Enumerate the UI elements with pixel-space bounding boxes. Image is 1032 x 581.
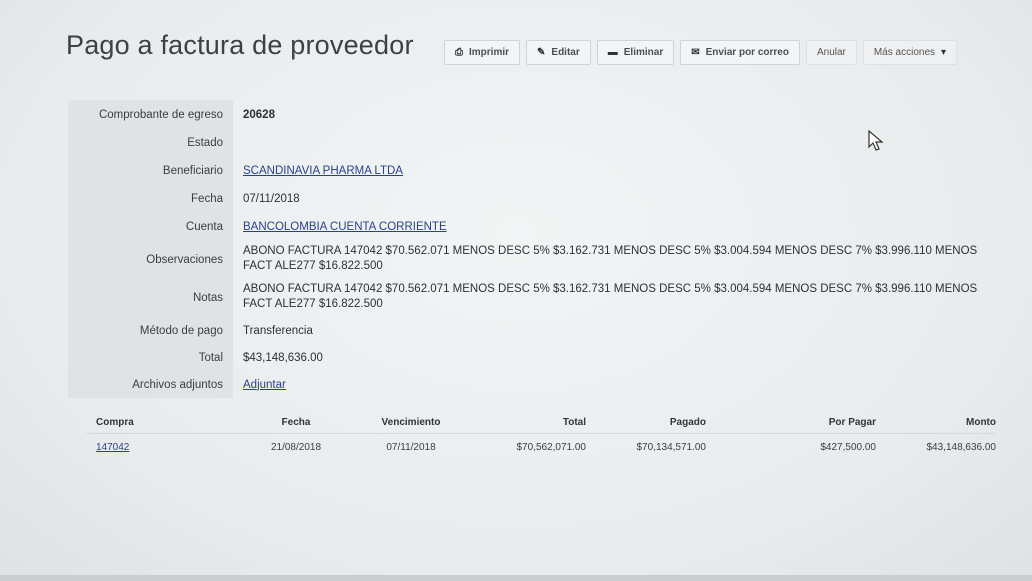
cell-total: $70,562,071.00 <box>516 441 586 453</box>
table-row: 147042 21/08/2018 07/11/2018 $70,562,071… <box>86 434 996 460</box>
row-beneficiary: Beneficiario SCANDINAVIA PHARMA LTDA <box>68 157 1008 185</box>
total-value: $43,148,636.00 <box>243 351 323 364</box>
voucher-value: 20628 <box>243 108 275 121</box>
toolbar: ⎙ Imprimir ✎ Editar ▬ Eliminar ✉ Enviar … <box>444 40 958 65</box>
beneficiary-link[interactable]: SCANDINAVIA PHARMA LTDA <box>233 157 403 185</box>
table-header: Compra Fecha Vencimiento Total Pagado Po… <box>86 412 996 434</box>
status-value <box>233 129 243 157</box>
header-due: Vencimiento <box>381 417 441 428</box>
notes-value: ABONO FACTURA 147042 $70.562.071 MENOS D… <box>243 283 978 310</box>
delete-button[interactable]: ▬ Eliminar <box>596 40 675 65</box>
cancel-label: Anular <box>816 47 846 58</box>
status-label: Estado <box>68 129 233 157</box>
total-label: Total <box>68 344 233 371</box>
purchase-link[interactable]: 147042 <box>86 442 236 453</box>
cell-paid: $70,134,571.00 <box>636 441 706 453</box>
bottom-bar <box>0 575 1032 581</box>
invoice-table: Compra Fecha Vencimiento Total Pagado Po… <box>86 412 996 460</box>
row-payment-method: Método de pago Transferencia <box>68 317 1008 344</box>
page-title: Pago a factura de proveedor <box>66 30 414 60</box>
row-account: Cuenta BANCOLOMBIA CUENTA CORRIENTE <box>68 213 1008 241</box>
email-button[interactable]: ✉ Enviar por correo <box>680 40 800 65</box>
row-voucher: Comprobante de egreso 20628 <box>68 100 1008 129</box>
attach-link[interactable]: Adjuntar <box>233 371 286 398</box>
edit-button[interactable]: ✎ Editar <box>526 40 591 65</box>
attachments-label: Archivos adjuntos <box>68 371 233 398</box>
header-paid: Pagado <box>669 417 706 428</box>
print-button[interactable]: ⎙ Imprimir <box>444 40 521 65</box>
header-purchase: Compra <box>96 417 134 428</box>
row-notes: Notas ABONO FACTURA 147042 $70.562.071 M… <box>68 279 1008 317</box>
delete-label: Eliminar <box>623 47 664 58</box>
date-label: Fecha <box>68 185 233 213</box>
account-label: Cuenta <box>68 213 233 241</box>
print-label: Imprimir <box>469 47 510 58</box>
header-total: Total <box>562 417 586 428</box>
header-date: Fecha <box>281 417 311 428</box>
header-amount: Monto <box>966 417 996 428</box>
date-value: 07/11/2018 <box>243 193 300 205</box>
voucher-label: Comprobante de egreso <box>68 100 233 129</box>
cancel-button[interactable]: Anular <box>805 40 857 65</box>
row-status: Estado <box>68 129 1008 157</box>
payment-method-value: Transferencia <box>243 324 313 337</box>
account-link[interactable]: BANCOLOMBIA CUENTA CORRIENTE <box>233 213 447 241</box>
cell-pending: $427,500.00 <box>820 441 876 453</box>
cell-date: 21/08/2018 <box>270 441 322 453</box>
row-attachments: Archivos adjuntos Adjuntar <box>68 371 1008 398</box>
beneficiary-label: Beneficiario <box>68 157 233 185</box>
caret-down-icon: ▾ <box>941 47 947 58</box>
printer-icon: ⎙ <box>455 47 463 58</box>
email-label: Enviar por correo <box>705 47 789 58</box>
notes-label: Notas <box>68 279 233 317</box>
envelope-icon: ✉ <box>691 47 700 58</box>
payment-details: Comprobante de egreso 20628 Estado Benef… <box>68 100 1008 398</box>
edit-label: Editar <box>551 47 580 58</box>
row-total: Total $43,148,636.00 <box>68 344 1008 371</box>
observations-label: Observaciones <box>68 241 233 279</box>
header-pending: Por Pagar <box>828 417 876 428</box>
more-actions-label: Más acciones <box>873 47 936 58</box>
row-date: Fecha 07/11/2018 <box>68 185 1008 213</box>
minus-icon: ▬ <box>607 47 618 58</box>
cell-due: 07/11/2018 <box>386 441 436 453</box>
row-observations: Observaciones ABONO FACTURA 147042 $70.5… <box>68 241 1008 279</box>
more-actions-button[interactable]: Más acciones ▾ <box>862 40 958 65</box>
cell-amount: $43,148,636.00 <box>926 441 996 453</box>
payment-method-label: Método de pago <box>68 317 233 344</box>
screen: Pago a factura de proveedor ⎙ Imprimir ✎… <box>0 0 1032 581</box>
pencil-icon: ✎ <box>537 47 546 58</box>
observations-value: ABONO FACTURA 147042 $70.562.071 MENOS D… <box>243 245 978 272</box>
